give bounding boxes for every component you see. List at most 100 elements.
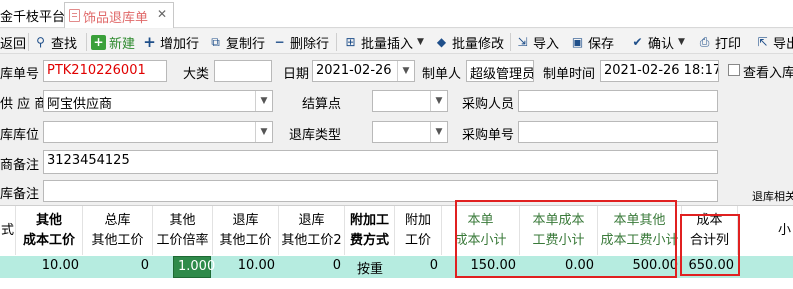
- grid-cell[interactable]: 0: [83, 256, 153, 278]
- grid-header[interactable]: 退库 其他工价: [213, 206, 279, 255]
- grid-header-line1: 退库: [298, 212, 325, 228]
- return-type-label: 退库类型: [289, 128, 342, 143]
- view-stock-checkbox[interactable]: [728, 64, 740, 76]
- grid-header[interactable]: 附加 工价: [395, 206, 442, 255]
- created-time-field[interactable]: 2021-02-26 18:17: [600, 60, 719, 82]
- grid-header-line1: 其他: [169, 212, 196, 228]
- new-button[interactable]: + 新建: [91, 32, 135, 52]
- settle-label: 结算点: [302, 97, 342, 112]
- purchase-no-label: 采购单号: [462, 128, 515, 143]
- print-button[interactable]: ⎙ 打印: [697, 32, 741, 52]
- grid-header[interactable]: 附加工 费方式: [345, 206, 395, 255]
- batch-edit-button[interactable]: ◆ 批量修改: [434, 32, 504, 52]
- date-field[interactable]: 2021-02-26 ▼: [312, 60, 415, 82]
- grid-cell[interactable]: 0: [279, 256, 345, 278]
- import-button[interactable]: ⇲ 导入: [515, 32, 559, 52]
- grid-header[interactable]: 其他 工价倍率: [153, 206, 213, 255]
- grid-header-line2: 式: [0, 222, 14, 238]
- delete-row-label: 删除行: [290, 36, 330, 52]
- chevron-down-icon[interactable]: ▼: [397, 61, 414, 81]
- order-no-label: 库单号: [0, 67, 40, 82]
- grid-header[interactable]: 式: [0, 206, 16, 255]
- grid-cell[interactable]: [738, 256, 793, 278]
- stock-note-label: 库备注: [0, 187, 40, 202]
- grid-header-line2: 工价倍率: [156, 232, 209, 248]
- grid-cell-selected[interactable]: 1.000: [173, 256, 215, 278]
- grid-header-line1: 附加工: [349, 212, 389, 228]
- grid-header[interactable]: 总库 其他工价: [83, 206, 153, 255]
- supplier-select[interactable]: 阿宝供应商 ▼: [43, 90, 273, 112]
- confirm-button[interactable]: ✔ 确认 ▼: [630, 32, 685, 52]
- grid-header[interactable]: 小: [738, 206, 793, 255]
- grid-header-line1: 退库: [232, 212, 259, 228]
- created-time-label: 制单时间: [543, 67, 596, 82]
- grid-header-line1: 附加: [404, 212, 431, 228]
- save-button[interactable]: ▣ 保存: [570, 32, 614, 52]
- export-icon: ⇱: [757, 35, 768, 49]
- chevron-down-icon[interactable]: ▼: [255, 122, 272, 142]
- settle-select[interactable]: ▼: [372, 90, 448, 112]
- supplier-note-field[interactable]: 3123454125: [43, 150, 718, 174]
- batch-insert-label: 批量插入: [361, 36, 414, 52]
- grid-header-line2: 其他工价: [91, 232, 144, 248]
- highlight-box: [680, 214, 740, 276]
- confirm-label: 确认: [648, 36, 675, 52]
- grid-cell[interactable]: [0, 256, 16, 278]
- grid-header-line2: 工价: [404, 232, 431, 248]
- add-icon: +: [91, 34, 106, 50]
- batch-edit-icon: ◆: [436, 35, 447, 49]
- category-label: 大类: [183, 67, 210, 82]
- creator-label: 制单人: [422, 67, 462, 82]
- grid-header-line2: 小: [777, 222, 791, 238]
- grid-header-line1: 总库: [104, 212, 131, 228]
- printer-icon: ⎙: [699, 34, 710, 49]
- supplier-value: 阿宝供应商: [47, 97, 113, 112]
- order-no-field[interactable]: PTK210226001: [43, 60, 167, 82]
- batch-insert-button[interactable]: ⊞ 批量插入 ▼: [343, 32, 424, 52]
- print-label: 打印: [715, 36, 742, 52]
- right-hint-text: 退库相关: [752, 190, 793, 203]
- view-stock-label: 查看入库: [743, 66, 793, 81]
- tab-return-order[interactable]: 饰品退库单 ✕: [64, 2, 175, 28]
- delete-row-button[interactable]: − 删除行: [272, 32, 329, 52]
- grid-header-line2: 费方式: [349, 232, 389, 248]
- tab-close-icon[interactable]: ✕: [157, 7, 167, 21]
- chevron-down-icon[interactable]: ▼: [430, 91, 447, 111]
- chevron-down-icon: ▼: [678, 37, 685, 47]
- grid-header[interactable]: 其他 成本工价: [16, 206, 83, 255]
- add-row-label: 增加行: [160, 36, 200, 52]
- date-value: 2021-02-26: [316, 63, 392, 78]
- copy-row-label: 复制行: [226, 36, 266, 52]
- return-type-select[interactable]: ▼: [372, 121, 448, 143]
- highlight-box: [455, 200, 677, 278]
- purchase-no-field[interactable]: [518, 121, 718, 143]
- confirm-icon: ✔: [632, 35, 643, 49]
- category-field[interactable]: [214, 60, 272, 82]
- add-row-button[interactable]: + 增加行: [142, 32, 199, 52]
- save-icon: ▣: [571, 35, 584, 49]
- chevron-down-icon[interactable]: ▼: [255, 91, 272, 111]
- toolbar-divider: [336, 33, 337, 51]
- back-button[interactable]: 返回: [0, 32, 26, 52]
- location-select[interactable]: ▼: [43, 121, 273, 143]
- import-icon: ⇲: [517, 35, 528, 49]
- toolbar-divider: [510, 33, 511, 51]
- chevron-down-icon: ▼: [417, 37, 424, 47]
- chevron-down-icon[interactable]: ▼: [430, 122, 447, 142]
- stock-note-field[interactable]: [43, 180, 718, 202]
- export-label: 导出: [773, 36, 793, 52]
- tab-app-title[interactable]: 金千枝平台: [0, 6, 65, 25]
- grid-header[interactable]: 退库 其他工价2: [279, 206, 345, 255]
- copy-row-button[interactable]: ⧉ 复制行: [208, 32, 265, 52]
- grid-cell[interactable]: 10.00: [16, 256, 83, 278]
- toolbar-divider: [86, 33, 87, 51]
- grid-cell[interactable]: 按重: [345, 256, 395, 278]
- buyer-field[interactable]: [518, 90, 718, 112]
- tab-strip: 金千枝平台 饰品退库单 ✕: [0, 0, 793, 28]
- find-button[interactable]: ⚲ 查找: [33, 32, 77, 52]
- export-button[interactable]: ⇱ 导出: [755, 32, 793, 52]
- grid-cell[interactable]: 0: [395, 256, 442, 278]
- creator-field[interactable]: 超级管理员: [466, 60, 534, 82]
- grid-cell[interactable]: 10.00: [213, 256, 279, 278]
- supplier-label: 供 应 商: [0, 97, 48, 112]
